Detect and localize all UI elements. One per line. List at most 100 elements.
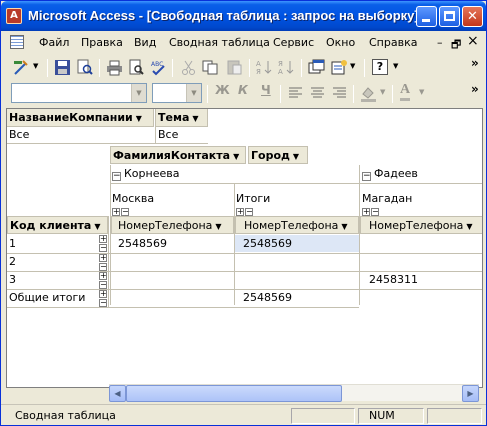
access-app-icon[interactable]: A: [6, 8, 22, 24]
grand-totals-label: Общие итоги: [9, 291, 86, 304]
collapse-icon[interactable]: −: [112, 172, 121, 181]
font-name-combo: ▼: [11, 83, 147, 103]
toolbar-separator: [207, 85, 208, 103]
chevron-down-icon[interactable]: ▼: [466, 222, 472, 231]
help-dropdown-icon[interactable]: ▼: [393, 62, 398, 70]
bold-icon: Ж: [215, 83, 230, 97]
formatting-toolbar: ▼ ▼ Ж К Ч ▼ A ▼ »: [1, 81, 486, 107]
chevron-down-icon[interactable]: ▼: [233, 152, 239, 161]
column-group-fadeev[interactable]: − Фадеев: [362, 167, 418, 181]
new-object-dropdown-icon[interactable]: ▼: [350, 62, 355, 70]
divider: [110, 165, 111, 305]
menu-help[interactable]: Справка: [369, 36, 417, 49]
divider: [7, 253, 482, 254]
collapse-icon[interactable]: −: [371, 208, 379, 216]
column-field-contact[interactable]: ФамилияКонтакта ▼: [110, 146, 246, 164]
scroll-thumb[interactable]: [126, 385, 342, 402]
scroll-left-icon[interactable]: ◀: [109, 385, 126, 402]
document-menu-icon[interactable]: [10, 35, 24, 49]
expand-icon[interactable]: +: [112, 208, 120, 216]
table-cell[interactable]: 2548569: [243, 291, 292, 304]
mdi-restore-icon[interactable]: 🗗: [451, 36, 461, 55]
menu-pivot[interactable]: Сводная таблица: [169, 36, 270, 49]
expand-icon[interactable]: +: [99, 254, 107, 262]
city-header-moscow: Москва: [112, 192, 155, 205]
mdi-close-icon[interactable]: ×: [467, 33, 479, 49]
collapse-icon[interactable]: −: [99, 299, 107, 307]
close-icon: ✕: [467, 9, 478, 24]
maximize-button[interactable]: [439, 6, 460, 27]
table-cell[interactable]: 2548569: [118, 237, 167, 250]
align-center-icon: [311, 87, 324, 98]
collapse-icon[interactable]: −: [245, 208, 253, 216]
toolbar-separator: [47, 59, 48, 77]
copy-icon[interactable]: [202, 59, 219, 76]
data-field-header-label: НомерТелефона: [369, 219, 464, 232]
chevron-down-icon[interactable]: ▼: [215, 222, 221, 231]
data-field-header[interactable]: НомерТелефона ▼: [360, 216, 482, 234]
menu-tools[interactable]: Сервис: [273, 36, 314, 49]
collapse-icon[interactable]: −: [99, 263, 107, 271]
formatting-overflow-icon[interactable]: »: [471, 82, 479, 96]
table-cell-selected[interactable]: 2548569: [235, 235, 359, 252]
scroll-right-icon[interactable]: ▶: [462, 385, 479, 402]
save-icon[interactable]: [54, 59, 71, 76]
chevron-down-icon[interactable]: ▼: [192, 114, 198, 123]
print-preview-icon[interactable]: [128, 59, 145, 76]
expand-icon[interactable]: +: [99, 290, 107, 298]
toolbar-overflow-icon[interactable]: »: [471, 56, 479, 70]
close-button[interactable]: ✕: [462, 6, 483, 27]
standard-toolbar: ▼ ABC AЯ ЯA ▼ ? ▼ »: [1, 54, 486, 81]
toolbar-separator: [99, 59, 100, 77]
collapse-icon[interactable]: −: [362, 172, 371, 181]
divider: [110, 183, 482, 184]
design-view-icon[interactable]: [13, 59, 30, 76]
filter-field-company[interactable]: НазваниеКомпании ▼: [7, 109, 154, 127]
title-bar[interactable]: A Microsoft Access - [Свободная таблица …: [1, 1, 486, 31]
print-icon[interactable]: [106, 59, 123, 76]
minimize-button[interactable]: [416, 6, 437, 27]
maximize-icon: [444, 11, 455, 21]
sort-ascending-icon: AЯ: [256, 60, 272, 76]
new-window-icon[interactable]: [308, 59, 325, 76]
chevron-down-icon[interactable]: ▼: [341, 222, 347, 231]
column-group-korneeva[interactable]: − Корнеева: [112, 167, 179, 181]
column-field-city[interactable]: Город ▼: [248, 146, 308, 164]
status-panel: [291, 408, 355, 424]
menu-edit[interactable]: Правка: [81, 36, 123, 49]
row-field-client-code[interactable]: Код клиента ▼: [7, 216, 108, 234]
data-field-header[interactable]: НомерТелефона ▼: [235, 216, 359, 234]
expand-icon[interactable]: +: [236, 208, 244, 216]
chevron-down-icon[interactable]: ▼: [293, 152, 299, 161]
table-cell[interactable]: 2458311: [369, 273, 418, 286]
cut-icon: [182, 60, 195, 75]
chevron-down-icon[interactable]: ▼: [136, 114, 142, 123]
spelling-icon[interactable]: ABC: [150, 59, 167, 76]
toolbar-separator: [392, 85, 393, 103]
view-dropdown-icon[interactable]: ▼: [33, 62, 38, 70]
horizontal-scrollbar[interactable]: ◀ ▶: [109, 384, 479, 402]
expand-icon[interactable]: +: [99, 272, 107, 280]
filter-field-topic[interactable]: Тема ▼: [156, 109, 208, 127]
new-object-icon[interactable]: [331, 59, 348, 76]
mdi-minimize-icon[interactable]: –: [437, 36, 443, 49]
toolbar-separator: [280, 85, 281, 103]
city-header-totals: Итоги: [236, 192, 271, 205]
collapse-icon[interactable]: −: [121, 208, 129, 216]
data-field-header[interactable]: НомерТелефона ▼: [111, 216, 234, 234]
expand-icon[interactable]: +: [362, 208, 370, 216]
chevron-down-icon[interactable]: ▼: [94, 222, 100, 231]
menu-view[interactable]: Вид: [134, 36, 156, 49]
toolbar-separator: [301, 59, 302, 77]
svg-text:Я: Я: [256, 68, 261, 76]
collapse-icon[interactable]: −: [99, 244, 107, 252]
menu-window[interactable]: Окно: [326, 36, 355, 49]
expand-icon[interactable]: +: [99, 235, 107, 243]
collapse-icon[interactable]: −: [99, 281, 107, 289]
column-field-city-label: Город: [251, 149, 290, 162]
search-file-icon[interactable]: [76, 59, 93, 76]
menu-file[interactable]: Файл: [39, 36, 69, 49]
row-field-client-code-label: Код клиента: [10, 219, 92, 232]
svg-text:ABC: ABC: [151, 61, 163, 68]
help-icon[interactable]: ?: [372, 59, 388, 75]
